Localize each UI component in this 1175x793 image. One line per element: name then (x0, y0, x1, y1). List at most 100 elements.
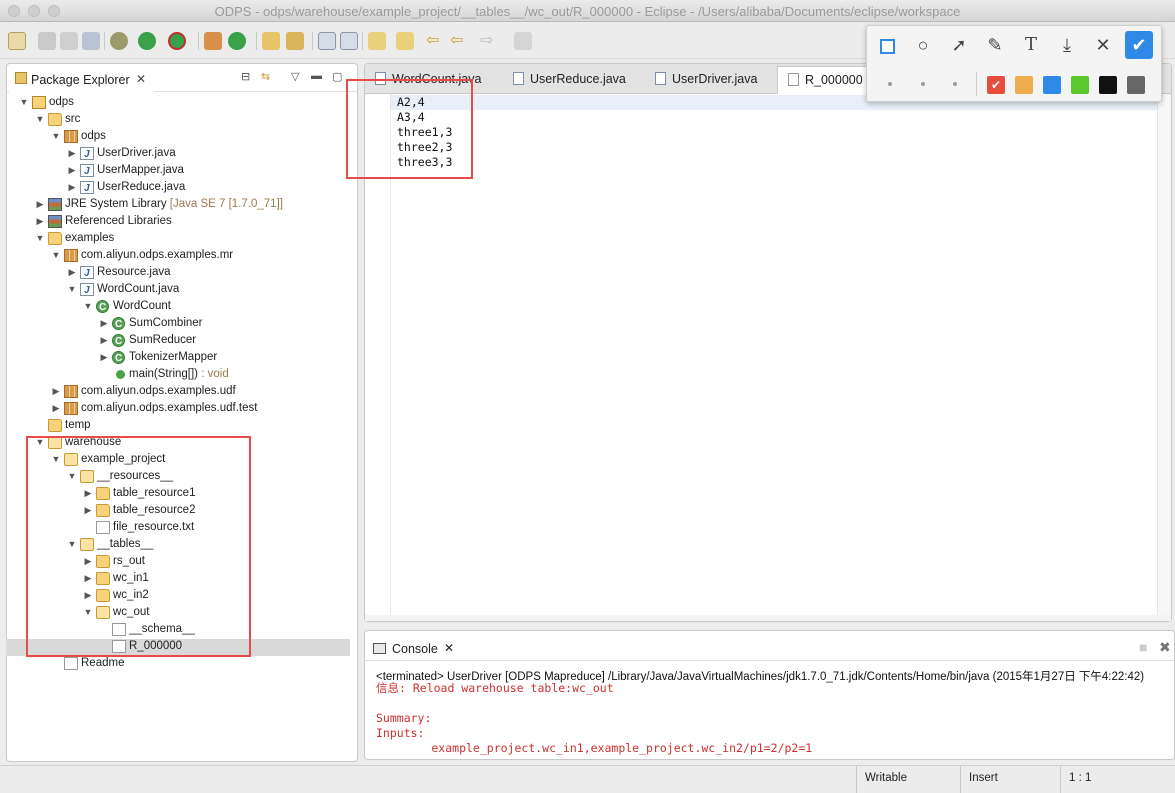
brush-icon[interactable]: ✎ (981, 31, 1009, 59)
tab-console[interactable]: Console (392, 642, 438, 656)
text-file-icon (788, 73, 799, 86)
expand-arrow-icon[interactable]: ▶ (34, 196, 46, 213)
collapse-arrow-icon[interactable]: ▼ (82, 604, 94, 621)
collapse-arrow-icon[interactable]: ▼ (34, 434, 46, 451)
debug-icon[interactable] (110, 32, 128, 50)
open-type-icon[interactable] (262, 32, 280, 50)
forward-icon[interactable]: ⇨ (480, 32, 498, 50)
terminate-icon[interactable]: ■ (1139, 639, 1147, 655)
tab-package-explorer[interactable]: Package Explorer ✕ (9, 66, 154, 92)
new-package-icon[interactable] (204, 32, 222, 50)
expand-arrow-icon[interactable]: ▶ (50, 383, 62, 400)
editor-text-area[interactable]: A2,4 A3,4 three1,3 three2,3 three3,3 (397, 95, 452, 170)
toggle-mark-occurrences-icon[interactable] (318, 32, 336, 50)
tab-userreduce-java[interactable]: UserReduce.java (503, 66, 643, 94)
expand-arrow-icon[interactable]: ▶ (66, 264, 78, 281)
new-class-icon[interactable] (228, 32, 246, 50)
tree-item-label: warehouse (65, 436, 122, 448)
size-small-option[interactable] (888, 82, 892, 86)
search-icon[interactable] (286, 32, 304, 50)
close-icon[interactable]: ✕ (136, 72, 146, 86)
expand-arrow-icon[interactable]: ▶ (66, 162, 78, 179)
expand-arrow-icon[interactable]: ▶ (66, 145, 78, 162)
expand-arrow-icon[interactable]: ▶ (66, 179, 78, 196)
expand-arrow-icon[interactable]: ▶ (82, 553, 94, 570)
collapse-arrow-icon[interactable]: ▼ (50, 451, 62, 468)
back-icon[interactable]: ⇦ (450, 32, 468, 50)
folder-icon (96, 487, 110, 500)
text-icon[interactable]: T (1017, 31, 1045, 59)
show-whitespace-icon[interactable] (340, 32, 358, 50)
tree-item-label: SumCombiner (129, 317, 203, 329)
remove-launch-icon[interactable]: ✖ (1159, 639, 1171, 656)
pin-editor-icon[interactable] (514, 32, 532, 50)
collapse-all-icon[interactable]: ⊟ (241, 70, 250, 83)
save-all-icon[interactable] (60, 32, 78, 50)
expand-arrow-icon[interactable]: ▶ (50, 400, 62, 417)
folder-icon (96, 504, 110, 517)
collapse-arrow-icon[interactable]: ▼ (34, 111, 46, 128)
color-swatch[interactable]: ✔ (987, 76, 1005, 94)
ellipse-icon[interactable]: ○ (909, 31, 937, 59)
save-icon[interactable] (38, 32, 56, 50)
expand-arrow-icon[interactable]: ▶ (98, 349, 110, 366)
console-icon (373, 643, 386, 654)
rectangle-icon[interactable] (873, 31, 901, 59)
run-icon[interactable] (138, 32, 156, 50)
size-large-option[interactable] (953, 82, 957, 86)
tree-item-decoration: : void (198, 368, 229, 380)
expand-arrow-icon[interactable]: ▶ (34, 213, 46, 230)
color-swatch[interactable] (1015, 76, 1033, 94)
java-file-icon (655, 72, 666, 85)
class-icon (96, 299, 109, 316)
library-icon (48, 215, 62, 228)
tab-userdriver-java[interactable]: UserDriver.java (645, 66, 775, 94)
previous-annotation-icon[interactable] (396, 32, 414, 50)
expand-arrow-icon[interactable]: ▶ (82, 587, 94, 604)
maximize-icon[interactable]: ▢ (332, 70, 342, 83)
last-edit-icon[interactable]: ⇦ (426, 32, 444, 50)
collapse-arrow-icon[interactable]: ▼ (82, 298, 94, 315)
new-icon[interactable] (8, 32, 26, 50)
expand-arrow-icon[interactable]: ▶ (98, 332, 110, 349)
collapse-arrow-icon[interactable]: ▼ (50, 128, 62, 145)
collapse-arrow-icon[interactable]: ▼ (18, 94, 30, 111)
color-swatch[interactable] (1127, 76, 1145, 94)
source-folder-icon (48, 113, 62, 126)
collapse-arrow-icon[interactable]: ▼ (66, 536, 78, 553)
run-external-icon[interactable] (168, 32, 186, 50)
expand-arrow-icon[interactable]: ▶ (82, 485, 94, 502)
tree-item-label: UserReduce.java (97, 181, 186, 193)
link-with-editor-icon[interactable]: ⇆ (261, 70, 270, 83)
color-swatch[interactable] (1043, 76, 1061, 94)
color-swatch[interactable] (1071, 76, 1089, 94)
toolbar-separator (362, 32, 363, 50)
tree-item-label: __schema__ (129, 623, 195, 635)
text-file-icon (112, 623, 126, 636)
confirm-icon[interactable]: ✔ (1125, 31, 1153, 59)
collapse-arrow-icon[interactable]: ▼ (50, 247, 62, 264)
tree-item-label: UserDriver.java (97, 147, 176, 159)
vertical-scrollbar[interactable] (1157, 94, 1171, 621)
status-bar: Writable Insert 1 : 1 (0, 765, 1175, 793)
close-icon[interactable]: ✕ (1089, 31, 1117, 59)
close-icon[interactable]: ✕ (444, 641, 454, 655)
expand-arrow-icon[interactable]: ▶ (98, 315, 110, 332)
print-icon[interactable] (82, 32, 100, 50)
collapse-arrow-icon[interactable]: ▼ (66, 281, 78, 298)
arrow-icon[interactable]: ➚ (945, 31, 973, 59)
horizontal-scrollbar[interactable] (365, 615, 1171, 621)
view-menu-icon[interactable]: ▽ (291, 70, 299, 83)
minimize-icon[interactable]: ▬ (311, 70, 322, 82)
tree-item-label: src (65, 113, 81, 125)
download-icon[interactable]: ⤓ (1053, 31, 1081, 59)
color-swatch[interactable] (1099, 76, 1117, 94)
expand-arrow-icon[interactable]: ▶ (82, 502, 94, 519)
size-medium-option[interactable] (921, 82, 925, 86)
collapse-arrow-icon[interactable]: ▼ (34, 230, 46, 247)
expand-arrow-icon[interactable]: ▶ (82, 570, 94, 587)
tab-wordcount-java[interactable]: WordCount.java (365, 66, 505, 94)
collapse-arrow-icon[interactable]: ▼ (66, 468, 78, 485)
next-annotation-icon[interactable] (368, 32, 386, 50)
tree-item-label: rs_out (113, 555, 145, 567)
